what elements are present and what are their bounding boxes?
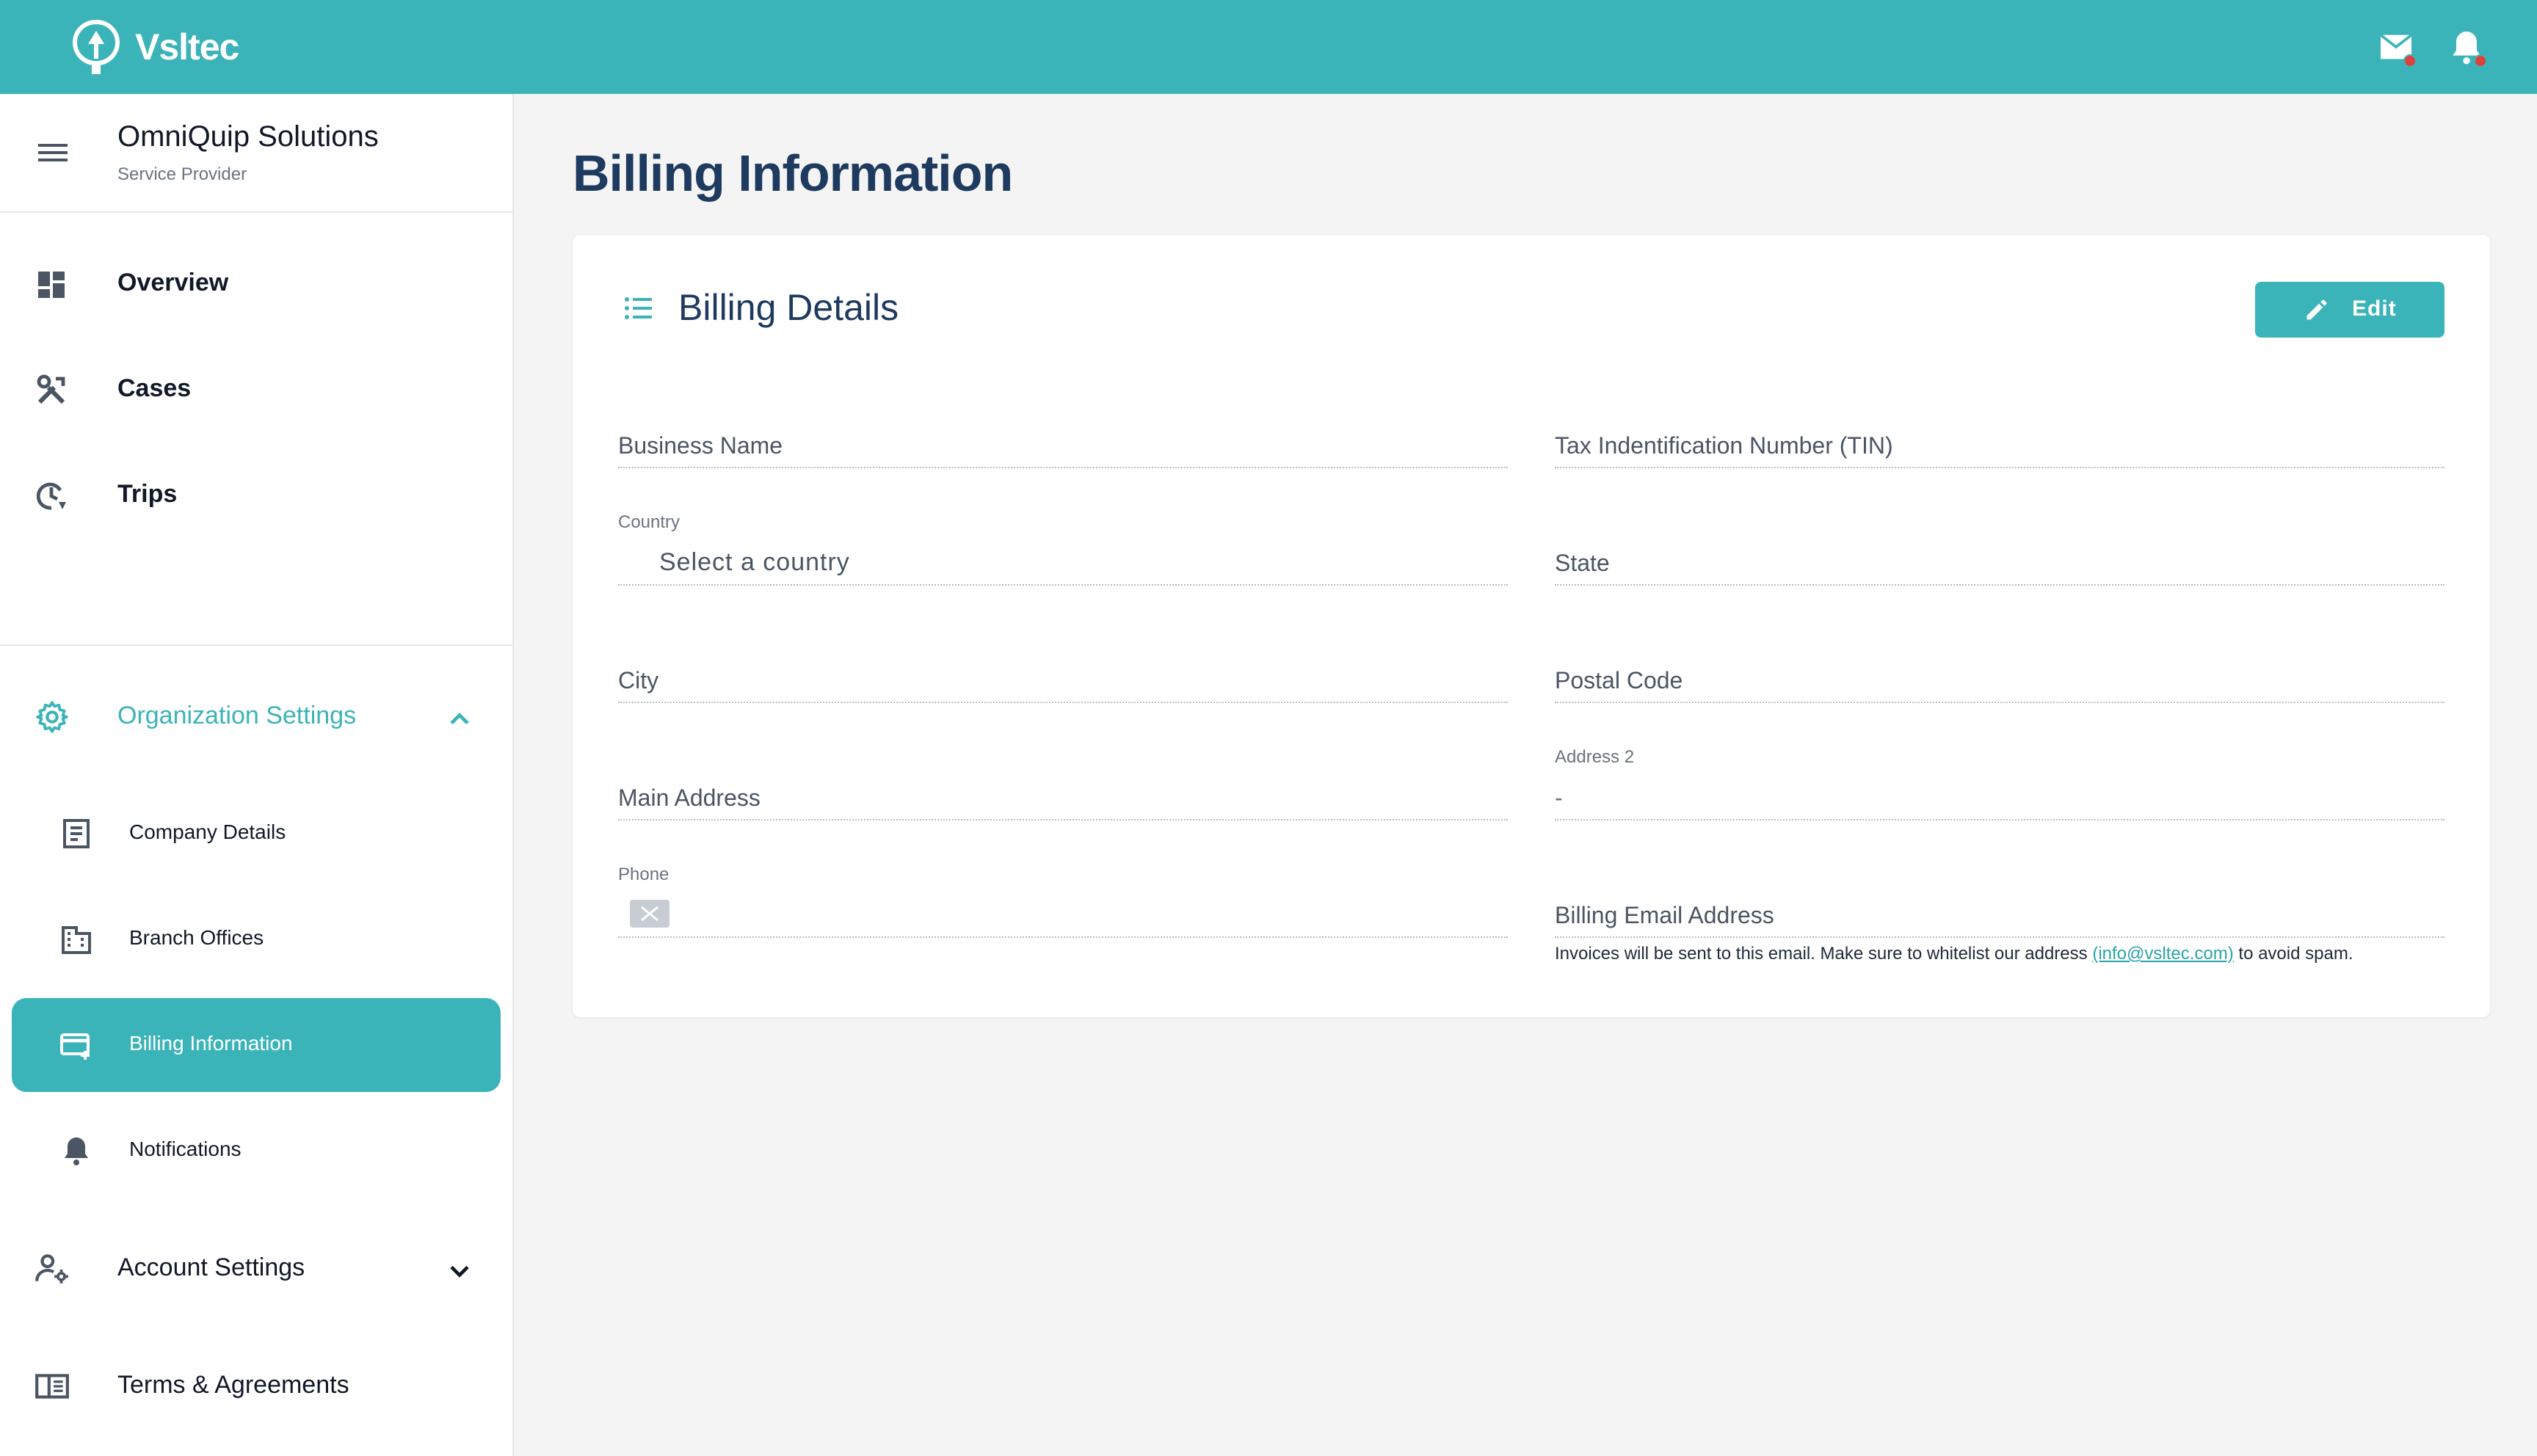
address2-label: Address 2 bbox=[1555, 747, 1635, 767]
sidebar-item-terms-agreements[interactable]: Terms & Agreements bbox=[0, 1342, 512, 1430]
sidebar-item-label: Branch Offices bbox=[129, 926, 264, 949]
state-placeholder: State bbox=[1555, 550, 1610, 576]
credit-card-icon bbox=[60, 1033, 90, 1060]
trip-icon bbox=[36, 482, 66, 510]
sidebar-group-account-settings[interactable]: Account Settings bbox=[0, 1224, 512, 1312]
sidebar-item-cases[interactable]: Cases bbox=[0, 345, 512, 433]
card-title: Billing Details bbox=[678, 287, 899, 328]
tin-field[interactable]: Tax Indentification Number (TIN) bbox=[1555, 401, 2445, 468]
sidebar-divider bbox=[0, 644, 512, 646]
sidebar-group-organization-settings[interactable]: Organization Settings bbox=[0, 672, 512, 760]
postal-code-placeholder: Postal Code bbox=[1555, 667, 1683, 694]
sidebar-item-trips[interactable]: Trips bbox=[0, 451, 512, 539]
billing-email-placeholder: Billing Email Address bbox=[1555, 902, 1774, 928]
sidebar-item-branch-offices[interactable]: Branch Offices bbox=[12, 892, 501, 986]
country-flag-icon[interactable] bbox=[630, 900, 669, 928]
sidebar-item-label: Notifications bbox=[129, 1138, 242, 1160]
dashboard-icon bbox=[38, 272, 65, 298]
state-field[interactable]: State bbox=[1555, 518, 2445, 586]
page-title: Billing Information bbox=[573, 145, 1013, 202]
bell-unread-dot bbox=[2474, 54, 2487, 68]
country-select[interactable]: Country Select a country bbox=[618, 512, 1508, 586]
sidebar-item-label: Cases bbox=[117, 374, 192, 402]
bell-icon[interactable] bbox=[2446, 26, 2487, 68]
city-placeholder: City bbox=[618, 667, 659, 694]
brand-name: Vsltec bbox=[135, 26, 239, 68]
brand-logo[interactable]: Vsltec bbox=[72, 18, 239, 76]
list-icon bbox=[625, 297, 652, 319]
tin-placeholder: Tax Indentification Number (TIN) bbox=[1555, 432, 1893, 459]
support-email-link[interactable]: (info@vsltec.com) bbox=[2092, 944, 2233, 964]
business-name-placeholder: Business Name bbox=[618, 432, 783, 459]
address2-value: - bbox=[1555, 785, 1563, 811]
user-settings-icon bbox=[35, 1254, 68, 1284]
phone-label: Phone bbox=[618, 864, 669, 884]
pencil-icon bbox=[2306, 299, 2327, 320]
sidebar-item-company-details[interactable]: Company Details bbox=[12, 787, 501, 881]
postal-code-field[interactable]: Postal Code bbox=[1555, 636, 2445, 703]
mail-unread-dot bbox=[2403, 54, 2417, 68]
chevron-down-icon[interactable] bbox=[443, 1255, 476, 1287]
sidebar-item-billing-information[interactable]: Billing Information bbox=[12, 998, 501, 1092]
sidebar: OmniQuip Solutions Service Provider Over… bbox=[0, 94, 514, 1456]
edit-button-label: Edit bbox=[2352, 296, 2397, 321]
org-role: Service Provider bbox=[117, 164, 247, 184]
main-address-field[interactable]: Main Address bbox=[618, 753, 1508, 820]
helper-text-after: to avoid spam. bbox=[2233, 944, 2353, 964]
city-field[interactable]: City bbox=[618, 636, 1508, 703]
chevron-up-icon[interactable] bbox=[443, 703, 476, 735]
org-header: OmniQuip Solutions Service Provider bbox=[0, 94, 512, 213]
top-bar: Vsltec bbox=[0, 0, 2537, 94]
bell-icon bbox=[65, 1138, 88, 1165]
helper-text-before: Invoices will be sent to this email. Mak… bbox=[1555, 944, 2093, 964]
billing-email-helper-text: Invoices will be sent to this email. Mak… bbox=[1555, 944, 2353, 964]
menu-icon[interactable] bbox=[37, 138, 69, 167]
mail-icon[interactable] bbox=[2376, 26, 2417, 68]
gear-icon bbox=[36, 701, 68, 733]
country-placeholder: Select a country bbox=[659, 548, 850, 576]
sidebar-group-label: Organization Settings bbox=[117, 702, 357, 729]
sidebar-item-overview[interactable]: Overview bbox=[0, 239, 512, 327]
tools-icon bbox=[37, 374, 65, 404]
building-icon bbox=[62, 926, 91, 954]
edit-button[interactable]: Edit bbox=[2255, 282, 2445, 338]
billing-email-field[interactable]: Billing Email Address bbox=[1555, 870, 2445, 938]
phone-field[interactable]: Phone bbox=[618, 864, 1508, 938]
sidebar-item-label: Terms & Agreements bbox=[117, 1371, 349, 1399]
document-icon bbox=[63, 819, 90, 848]
main-address-placeholder: Main Address bbox=[618, 785, 761, 811]
org-name: OmniQuip Solutions bbox=[117, 120, 379, 153]
country-label: Country bbox=[618, 512, 680, 532]
address2-field[interactable]: Address 2 - bbox=[1555, 747, 2445, 820]
sidebar-item-notifications[interactable]: Notifications bbox=[12, 1104, 501, 1198]
sidebar-item-label: Trips bbox=[117, 480, 178, 508]
business-name-field[interactable]: Business Name bbox=[618, 401, 1508, 468]
sidebar-item-label: Company Details bbox=[129, 820, 286, 843]
sidebar-item-label: Billing Information bbox=[129, 1032, 293, 1055]
book-icon bbox=[35, 1374, 69, 1399]
logo-icon bbox=[72, 19, 120, 74]
billing-details-card: Billing Details Edit Business Name Tax I… bbox=[573, 235, 2490, 1017]
sidebar-item-label: Overview bbox=[117, 269, 229, 296]
sidebar-group-label: Account Settings bbox=[117, 1253, 305, 1281]
